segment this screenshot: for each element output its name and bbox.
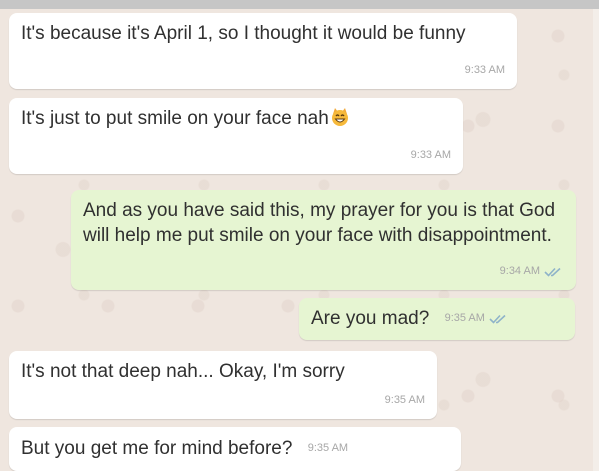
message-bubble-incoming[interactable]: It's because it's April 1, so I thought …	[9, 13, 517, 89]
message-text: And as you have said this, my prayer for…	[83, 200, 556, 246]
window-edge	[593, 9, 599, 471]
message-text: It's just to put smile on your face nah	[21, 106, 451, 131]
chat-screen: It's because it's April 1, so I thought …	[0, 0, 599, 471]
message-text-body: It's just to put smile on your face nah	[21, 108, 329, 129]
message-bubble-incoming[interactable]: It's just to put smile on your face nah …	[9, 98, 463, 174]
double-check-icon	[489, 314, 506, 324]
message-time: 9:35 AM	[307, 442, 349, 455]
message-meta: 9:33 AM	[411, 143, 451, 168]
message-bubble-incoming[interactable]: But you get me for mind before? 9:35 AM	[9, 427, 461, 471]
message-meta: 9:33 AM	[465, 58, 505, 83]
message-meta: 9:35 AM	[308, 436, 348, 461]
message-bubble-incoming[interactable]: It's not that deep nah... Okay, I'm sorr…	[9, 351, 437, 419]
message-time: 9:34 AM	[499, 265, 540, 277]
message-meta: 9:35 AM	[445, 306, 509, 331]
message-text: It's not that deep nah... Okay, I'm sorr…	[21, 361, 345, 382]
message-text: It's because it's April 1, so I thought …	[21, 23, 466, 44]
message-time: 9:33 AM	[464, 64, 505, 76]
message-text: But you get me for mind before?	[21, 438, 293, 459]
message-text: Are you mad?	[311, 308, 430, 329]
message-meta: 9:34 AM	[500, 259, 564, 284]
message-bubble-outgoing[interactable]: And as you have said this, my prayer for…	[71, 190, 576, 290]
grinning-cat-icon	[331, 108, 348, 126]
message-bubble-outgoing[interactable]: Are you mad? 9:35 AM	[299, 298, 575, 340]
message-time: 9:35 AM	[444, 312, 485, 325]
message-time: 9:35 AM	[384, 394, 425, 406]
message-time: 9:33 AM	[410, 149, 451, 161]
double-check-icon	[544, 267, 561, 277]
message-meta: 9:35 AM	[385, 388, 425, 413]
